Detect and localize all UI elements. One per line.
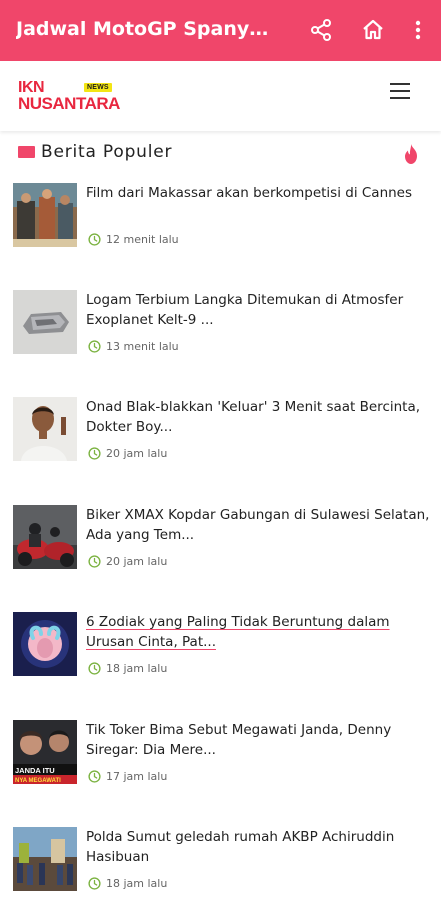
time-label: 18 jam lalu — [106, 877, 168, 890]
clock-icon — [88, 877, 101, 890]
news-timestamp: 12 menit lalu — [88, 233, 179, 246]
clock-icon — [88, 447, 101, 460]
news-timestamp: 13 menit lalu — [88, 340, 179, 353]
news-headline[interactable]: Biker XMAX Kopdar Gabungan di Sulawesi S… — [86, 505, 431, 545]
news-item[interactable]: 6 Zodiak yang Paling Tidak Beruntung dal… — [13, 612, 433, 702]
thumb-caption-line1: JANDA ITU — [15, 766, 55, 775]
fire-icon — [401, 143, 421, 165]
time-label: 20 jam lalu — [106, 555, 168, 568]
news-thumbnail[interactable] — [13, 290, 77, 354]
news-headline[interactable]: Film dari Makassar akan berkompetisi di … — [86, 183, 431, 203]
time-label: 20 jam lalu — [106, 447, 168, 460]
more-vert-icon[interactable] — [404, 16, 432, 44]
news-item[interactable]: Polda Sumut geledah rumah AKBP Achiruddi… — [13, 827, 433, 900]
home-icon[interactable] — [359, 16, 387, 44]
news-thumbnail[interactable] — [13, 505, 77, 569]
thumb-caption-line2: NYA MEGAWATI — [15, 778, 61, 784]
news-timestamp: 18 jam lalu — [88, 877, 167, 890]
time-label: 12 menit lalu — [106, 233, 179, 246]
time-label: 18 jam lalu — [106, 662, 168, 675]
news-item[interactable]: JANDA ITU NYA MEGAWATI Tik Toker Bima Se… — [13, 720, 433, 810]
section-heading: Berita Populer — [18, 141, 172, 163]
news-thumbnail[interactable] — [13, 183, 77, 247]
news-headline[interactable]: 6 Zodiak yang Paling Tidak Beruntung dal… — [86, 612, 431, 652]
logo-text-nusantara: NUSANTARA — [18, 94, 120, 113]
news-headline[interactable]: Logam Terbium Langka Ditemukan di Atmosf… — [86, 290, 431, 330]
news-headline[interactable]: Onad Blak-blakkan 'Keluar' 3 Menit saat … — [86, 397, 431, 437]
site-logo[interactable]: IKN NUSANTARA NEWS — [18, 80, 120, 113]
news-headline[interactable]: Tik Toker Bima Sebut Megawati Janda, Den… — [86, 720, 431, 760]
section-marker — [18, 146, 35, 158]
news-timestamp: 20 jam lalu — [88, 555, 167, 568]
clock-icon — [88, 662, 101, 675]
news-item[interactable]: Film dari Makassar akan berkompetisi di … — [13, 183, 433, 273]
news-timestamp: 17 jam lalu — [88, 770, 167, 783]
app-bar: Jadwal MotoGP Spanyol... — [0, 0, 441, 61]
news-headline[interactable]: Polda Sumut geledah rumah AKBP Achiruddi… — [86, 827, 431, 867]
news-thumbnail[interactable] — [13, 827, 77, 891]
time-label: 13 menit lalu — [106, 340, 179, 353]
clock-icon — [88, 233, 101, 246]
news-item[interactable]: Logam Terbium Langka Ditemukan di Atmosf… — [13, 290, 433, 380]
clock-icon — [88, 555, 101, 568]
logo-news-badge: NEWS — [84, 83, 112, 92]
news-thumbnail[interactable]: JANDA ITU NYA MEGAWATI — [13, 720, 77, 784]
news-timestamp: 18 jam lalu — [88, 662, 167, 675]
clock-icon — [88, 340, 101, 353]
hamburger-menu-icon[interactable] — [387, 79, 413, 103]
clock-icon — [88, 770, 101, 783]
app-bar-title: Jadwal MotoGP Spanyol... — [16, 18, 278, 40]
time-label: 17 jam lalu — [106, 770, 168, 783]
share-icon[interactable] — [307, 16, 335, 44]
news-item[interactable]: Biker XMAX Kopdar Gabungan di Sulawesi S… — [13, 505, 433, 595]
news-timestamp: 20 jam lalu — [88, 447, 167, 460]
news-thumbnail[interactable] — [13, 612, 77, 676]
news-thumbnail[interactable] — [13, 397, 77, 461]
news-item[interactable]: Onad Blak-blakkan 'Keluar' 3 Menit saat … — [13, 397, 433, 487]
section-title: Berita Populer — [41, 142, 173, 162]
